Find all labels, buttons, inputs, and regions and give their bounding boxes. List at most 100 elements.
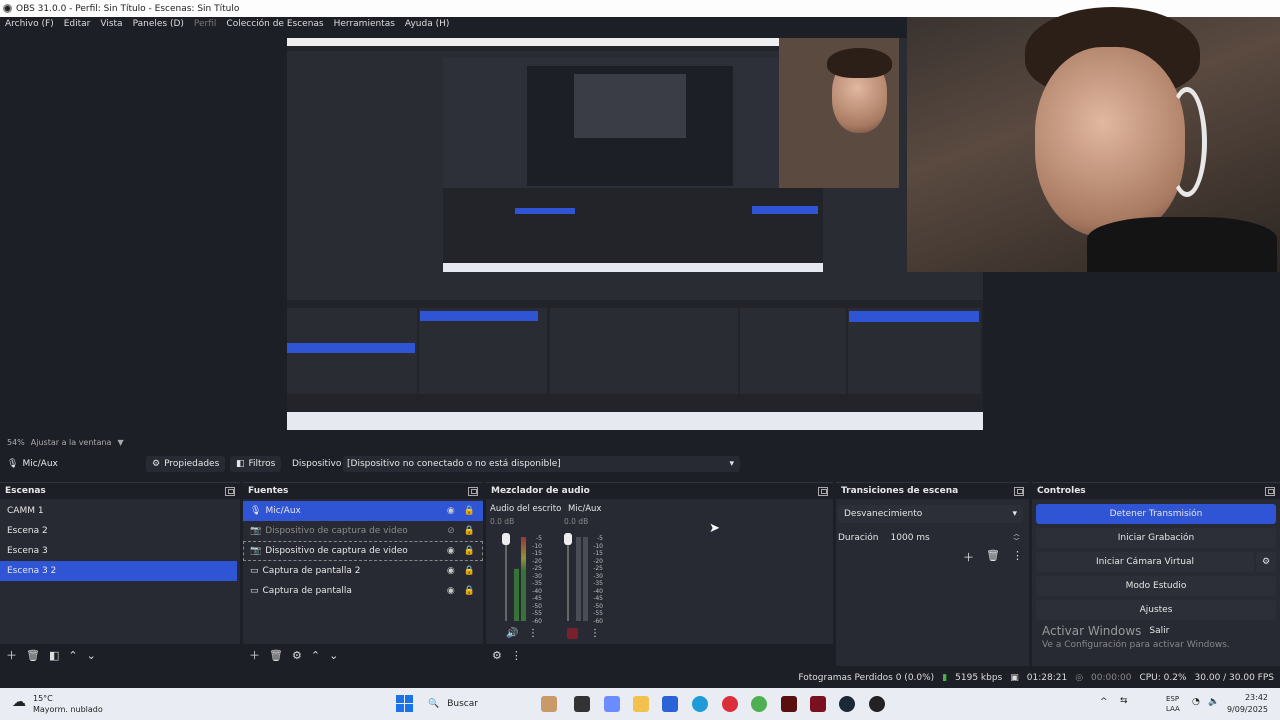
more-vertical-icon[interactable]: ⋮ xyxy=(511,649,522,662)
properties-button[interactable]: ⚙ Propiedades xyxy=(146,456,226,472)
float-dock-icon[interactable] xyxy=(1014,486,1024,496)
arrow-down-icon[interactable]: ⌄ xyxy=(329,649,338,662)
eye-icon[interactable]: ◉ xyxy=(447,566,455,576)
file-explorer-icon[interactable] xyxy=(633,696,649,712)
source-item[interactable]: ▭ Captura de pantalla ◉ 🔒 xyxy=(243,581,483,601)
eye-off-icon[interactable]: ⊘ xyxy=(447,526,455,536)
clock-date[interactable]: 9/09/2025 xyxy=(1227,705,1268,714)
chevron-up-icon[interactable]: ^ xyxy=(1100,697,1108,707)
menu-help[interactable]: Ayuda (H) xyxy=(405,19,449,29)
add-icon[interactable]: ＋ xyxy=(963,549,974,565)
lock-icon[interactable]: 🔒 xyxy=(464,506,475,516)
menu-edit[interactable]: Editar xyxy=(64,19,91,29)
speaker-icon[interactable]: 🔊 xyxy=(506,628,518,639)
studio-mode-button[interactable]: Modo Estudio xyxy=(1036,576,1276,596)
wifi-icon[interactable]: ◔ xyxy=(1192,697,1200,707)
menu-view[interactable]: Vista xyxy=(100,19,122,29)
float-dock-icon[interactable] xyxy=(1265,486,1275,496)
virtual-camera-settings-button[interactable]: ⚙ xyxy=(1256,552,1276,572)
device-label: Dispositivo xyxy=(292,459,342,469)
duration-spinbox[interactable]: 1000 ms ︿ ﹀ xyxy=(886,529,1024,547)
device-select[interactable]: [Dispositivo no conectado o no está disp… xyxy=(343,456,740,472)
float-dock-icon[interactable] xyxy=(818,486,828,496)
mic-icon: 🎙 xyxy=(250,506,262,516)
transition-select[interactable]: Desvanecimiento ▾ xyxy=(838,505,1023,523)
arrow-down-icon[interactable]: ⌄ xyxy=(87,649,96,662)
volume-icon[interactable]: 🔈 xyxy=(1208,697,1219,707)
gear-icon[interactable]: ⚙ xyxy=(292,649,302,662)
trash-icon[interactable]: 🗑 xyxy=(26,649,40,662)
meter-scale-tick: -50 xyxy=(532,602,542,610)
taskbar-app-icon[interactable] xyxy=(541,696,557,712)
menu-tools[interactable]: Herramientas xyxy=(334,19,395,29)
more-vertical-icon[interactable]: ⋮ xyxy=(1012,549,1023,565)
volume-slider-handle[interactable] xyxy=(564,533,572,545)
float-dock-icon[interactable] xyxy=(225,486,235,496)
volume-slider-track[interactable] xyxy=(567,533,569,621)
arrow-up-icon[interactable]: ⌃ xyxy=(311,649,320,662)
capcut-icon[interactable] xyxy=(810,696,826,712)
taskbar-search[interactable]: 🔍 Buscar xyxy=(422,694,532,714)
filter-icon[interactable]: ◧ xyxy=(49,649,59,662)
steam-icon[interactable] xyxy=(839,696,855,712)
eye-icon[interactable]: ◉ xyxy=(447,506,455,516)
meter-scale-tick: -15 xyxy=(593,550,603,557)
scene-item-selected[interactable]: Escena 3 2 xyxy=(0,561,237,581)
arrow-up-icon[interactable]: ⌃ xyxy=(68,649,77,662)
stream-time: 01:28:21 xyxy=(1026,673,1068,683)
trash-icon[interactable]: 🗑 xyxy=(269,649,283,662)
scene-item[interactable]: CAMM 1 xyxy=(0,501,240,521)
illustrator-icon[interactable] xyxy=(781,696,797,712)
weather-icon[interactable]: ☁ xyxy=(12,694,26,710)
duration-label: Duración xyxy=(838,533,879,543)
source-item[interactable]: 📷 Dispositivo de captura de video ⊘ 🔒 xyxy=(243,521,483,541)
mixer-channel-db: 0.0 dB xyxy=(490,517,515,526)
lock-icon[interactable]: 🔒 xyxy=(464,546,475,556)
add-icon[interactable]: ＋ xyxy=(249,647,260,663)
menu-file[interactable]: Archivo (F) xyxy=(5,19,54,29)
exit-button[interactable]: Salir xyxy=(1149,626,1169,636)
language-top[interactable]: ESP xyxy=(1166,695,1179,703)
eye-icon[interactable]: ◉ xyxy=(447,546,455,556)
settings-button[interactable]: Ajustes xyxy=(1036,600,1276,620)
stop-streaming-button[interactable]: Detener Transmisión xyxy=(1036,504,1276,524)
menu-scene-collection[interactable]: Colección de Escenas xyxy=(226,19,323,29)
mixer-dock-title: Mezclador de audio xyxy=(486,483,833,499)
scene-item[interactable]: Escena 3 xyxy=(0,541,240,561)
volume-slider-handle[interactable] xyxy=(502,533,510,545)
chevron-down-icon[interactable]: ▼ xyxy=(117,438,123,447)
zoom-fit-select[interactable]: Ajustar a la ventana xyxy=(31,438,112,447)
lock-icon[interactable]: 🔒 xyxy=(464,526,475,536)
mixer-settings-icon[interactable]: ⚙ xyxy=(492,649,502,662)
scene-item[interactable]: Escena 2 xyxy=(0,521,240,541)
copilot-icon[interactable] xyxy=(604,696,620,712)
add-icon[interactable]: ＋ xyxy=(6,647,17,663)
volume-slider-track[interactable] xyxy=(505,533,507,621)
lock-icon[interactable]: 🔒 xyxy=(464,586,475,596)
store-icon[interactable] xyxy=(662,696,678,712)
filters-button[interactable]: ◧ Filtros xyxy=(230,456,282,472)
source-item[interactable]: 🎙 Mic/Aux ◉ 🔒 xyxy=(243,501,483,521)
more-vertical-icon[interactable]: ⋮ xyxy=(590,628,600,639)
start-virtual-camera-button[interactable]: Iniciar Cámara Virtual xyxy=(1036,552,1254,572)
edge-icon[interactable] xyxy=(692,696,708,712)
eye-icon[interactable]: ◉ xyxy=(447,586,455,596)
menu-docks[interactable]: Paneles (D) xyxy=(133,19,184,29)
taskbar-app-icon[interactable] xyxy=(574,696,590,712)
source-item[interactable]: 📷 Dispositivo de captura de video ◉ 🔒 xyxy=(243,541,483,561)
obs-taskbar-icon[interactable] xyxy=(869,696,885,712)
opera-icon[interactable] xyxy=(722,696,738,712)
spin-arrows-icon[interactable]: ︿ ﹀ xyxy=(1014,531,1020,545)
clock-time[interactable]: 23:42 xyxy=(1245,693,1268,702)
network-icon[interactable]: ⇆ xyxy=(1120,696,1128,706)
start-recording-button[interactable]: Iniciar Grabación xyxy=(1036,528,1276,548)
chrome-icon[interactable] xyxy=(751,696,767,712)
lock-icon[interactable]: 🔒 xyxy=(464,566,475,576)
float-dock-icon[interactable] xyxy=(468,486,478,496)
muted-speaker-icon[interactable] xyxy=(567,628,578,639)
language-bottom[interactable]: LAA xyxy=(1166,705,1180,713)
trash-icon[interactable]: 🗑 xyxy=(986,549,1000,565)
more-vertical-icon[interactable]: ⋮ xyxy=(528,628,538,639)
source-item[interactable]: ▭ Captura de pantalla 2 ◉ 🔒 xyxy=(243,561,483,581)
windows-start-icon[interactable] xyxy=(396,695,413,712)
